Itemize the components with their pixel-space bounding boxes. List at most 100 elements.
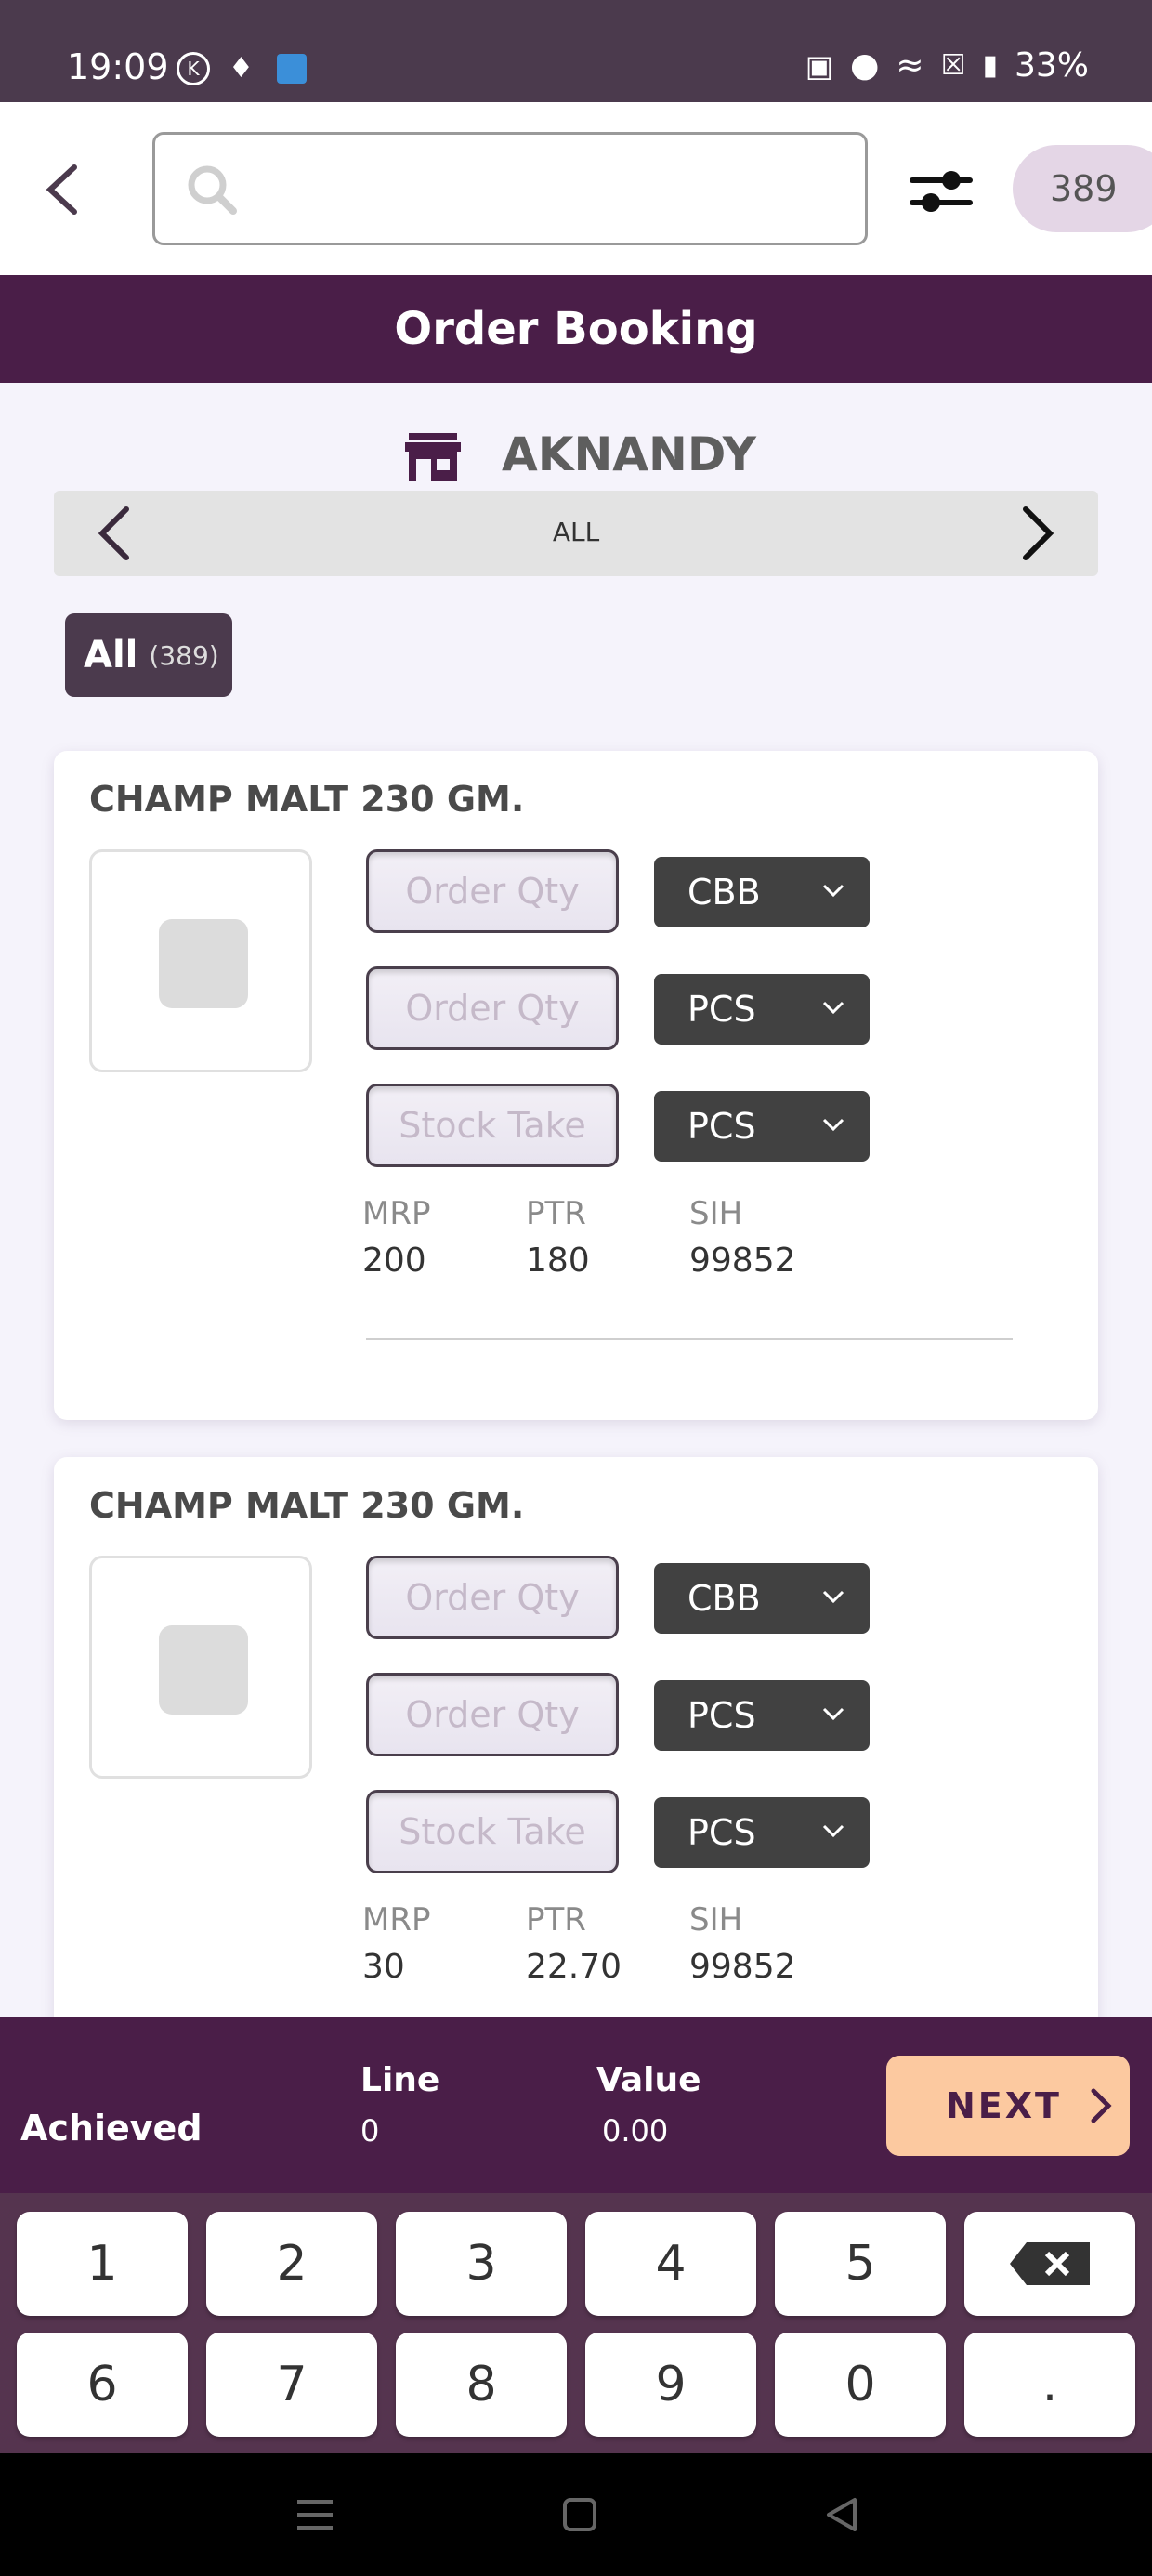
- location-icon: ●: [849, 46, 880, 85]
- mrp-value: 200: [362, 1242, 426, 1280]
- recent-apps-icon[interactable]: [295, 2496, 334, 2533]
- category-label: ALL: [552, 517, 600, 547]
- product-card: CHAMP MALT 230 GM. Order Qty CBB Order Q…: [54, 1457, 1098, 2017]
- chevron-left-icon: [46, 164, 77, 215]
- back-button[interactable]: [41, 162, 82, 217]
- backspace-icon: [1010, 2242, 1090, 2285]
- order-qty-input[interactable]: Order Qty: [366, 1673, 619, 1756]
- order-qty-input[interactable]: Order Qty: [366, 966, 619, 1050]
- key-6[interactable]: 6: [17, 2333, 188, 2437]
- key-decimal[interactable]: .: [964, 2333, 1135, 2437]
- ptr-label: PTR: [526, 1901, 586, 1939]
- product-image: [89, 849, 312, 1072]
- line-value: 0: [360, 2113, 380, 2149]
- order-qty-input[interactable]: Order Qty: [366, 1556, 619, 1639]
- key-0[interactable]: 0: [775, 2333, 946, 2437]
- order-summary-bar: Achieved Line 0 Value 0.00 NEXT: [0, 2017, 1152, 2193]
- battery-percent: 33%: [1014, 46, 1089, 85]
- numeric-keypad: 1 2 3 4 5 6 7 8 9 0 .: [0, 2193, 1152, 2453]
- store-header: AKNANDY: [0, 418, 1152, 493]
- value-label: Value: [596, 2061, 701, 2099]
- next-button[interactable]: NEXT: [886, 2056, 1130, 2156]
- top-app-bar: 389: [0, 102, 1152, 275]
- mrp-label: MRP: [362, 1195, 431, 1232]
- stock-take-input[interactable]: Stock Take: [366, 1790, 619, 1873]
- sliders-icon: [910, 171, 973, 212]
- notification-bell-icon: ♦: [229, 52, 254, 85]
- divider: [366, 1338, 1013, 1340]
- sih-label: SIH: [689, 1195, 743, 1232]
- back-nav-icon[interactable]: [823, 2496, 860, 2533]
- status-bar: 19:09 K ♦ ▣ ● ≈ ☒ ▮ 33%: [0, 0, 1152, 102]
- battery-icon: ▮: [982, 49, 998, 82]
- image-placeholder-icon: [159, 919, 248, 1008]
- chip-count: (389): [149, 639, 219, 671]
- search-icon: [188, 165, 237, 215]
- product-name: CHAMP MALT 230 GM.: [89, 779, 525, 820]
- wifi-icon: ≈: [896, 46, 924, 85]
- filter-chip-all[interactable]: All (389): [65, 613, 232, 697]
- key-8[interactable]: 8: [396, 2333, 567, 2437]
- app-notification-icon: [277, 54, 307, 84]
- value-amount: 0.00: [602, 2113, 669, 2149]
- store-icon: [405, 433, 461, 481]
- chevron-right-icon: [1023, 506, 1054, 560]
- stock-take-input[interactable]: Stock Take: [366, 1084, 619, 1167]
- product-name: CHAMP MALT 230 GM.: [89, 1485, 525, 1526]
- unit-select[interactable]: CBB: [654, 857, 870, 927]
- key-4[interactable]: 4: [585, 2212, 756, 2316]
- chevron-down-icon: [822, 884, 844, 898]
- sih-label: SIH: [689, 1901, 743, 1939]
- ptr-value: 180: [526, 1242, 590, 1280]
- product-image: [89, 1556, 312, 1779]
- image-placeholder-icon: [159, 1625, 248, 1715]
- mrp-value: 30: [362, 1948, 405, 1986]
- chevron-down-icon: [822, 1590, 844, 1604]
- unit-select[interactable]: PCS: [654, 1091, 870, 1162]
- achieved-label: Achieved: [20, 2108, 203, 2149]
- store-name: AKNANDY: [502, 427, 756, 481]
- unit-select-value: CBB: [687, 872, 761, 913]
- search-input[interactable]: [152, 132, 868, 245]
- unit-select-value: PCS: [687, 1695, 756, 1736]
- unit-select[interactable]: PCS: [654, 1680, 870, 1751]
- page-title: Order Booking: [0, 275, 1152, 383]
- unit-select[interactable]: CBB: [654, 1563, 870, 1634]
- key-9[interactable]: 9: [585, 2333, 756, 2437]
- sih-value: 99852: [689, 1242, 796, 1280]
- product-card: CHAMP MALT 230 GM. Order Qty CBB Order Q…: [54, 751, 1098, 1420]
- unit-select-value: PCS: [687, 1812, 756, 1853]
- home-icon[interactable]: [561, 2496, 598, 2533]
- chip-label: All: [84, 634, 138, 677]
- ptr-value: 22.70: [526, 1948, 622, 1986]
- product-count-badge: 389: [1013, 145, 1152, 232]
- unit-select-value: PCS: [687, 989, 756, 1030]
- status-right-icons: ▣ ● ≈ ☒ ▮ 33%: [805, 46, 1089, 85]
- unit-select[interactable]: PCS: [654, 1797, 870, 1868]
- unit-select-value: PCS: [687, 1106, 756, 1147]
- k-badge-icon: K: [177, 52, 210, 85]
- system-nav-bar: [0, 2453, 1152, 2576]
- chevron-down-icon: [822, 1707, 844, 1721]
- key-2[interactable]: 2: [206, 2212, 377, 2316]
- key-3[interactable]: 3: [396, 2212, 567, 2316]
- chevron-right-icon: [1091, 2088, 1112, 2123]
- unit-select[interactable]: PCS: [654, 974, 870, 1045]
- chevron-down-icon: [822, 1824, 844, 1838]
- key-1[interactable]: 1: [17, 2212, 188, 2316]
- chevron-down-icon: [822, 1118, 844, 1132]
- filter-button[interactable]: [909, 162, 974, 221]
- backspace-key[interactable]: [964, 2212, 1135, 2316]
- category-next-button[interactable]: [1015, 504, 1061, 563]
- chevron-down-icon: [822, 1001, 844, 1015]
- nfc-icon: ▣: [805, 47, 833, 84]
- status-time: 19:09: [67, 46, 169, 87]
- ptr-label: PTR: [526, 1195, 586, 1232]
- order-qty-input[interactable]: Order Qty: [366, 849, 619, 933]
- unit-select-value: CBB: [687, 1578, 761, 1619]
- category-navigator: ALL: [54, 491, 1098, 576]
- key-7[interactable]: 7: [206, 2333, 377, 2437]
- line-label: Line: [360, 2061, 440, 2099]
- key-5[interactable]: 5: [775, 2212, 946, 2316]
- product-list[interactable]: CHAMP MALT 230 GM. Order Qty CBB Order Q…: [0, 734, 1152, 2017]
